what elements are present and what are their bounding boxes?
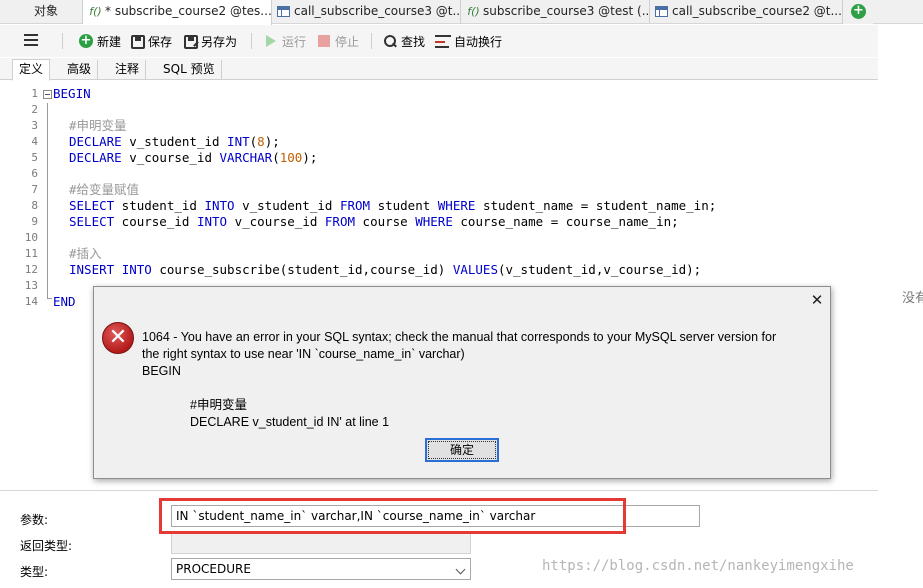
stop-button[interactable]: 停止 xyxy=(316,33,359,51)
error-icon: ✕ xyxy=(102,322,134,354)
stop-label: 停止 xyxy=(335,35,360,49)
tab-call-subscribe-course3[interactable]: call_subscribe_course3 @t... xyxy=(272,0,461,24)
close-icon[interactable]: ✕ xyxy=(807,290,827,310)
line-number: 2 xyxy=(31,103,38,116)
definition-subtabs: 定义 高级 注释 SQL 预览 xyxy=(0,58,878,81)
run-button[interactable]: 运行 xyxy=(263,33,306,51)
find-button[interactable]: 查找 xyxy=(382,33,425,51)
tab-objects[interactable]: 对象 xyxy=(0,0,83,24)
code-line-5: DECLARE v_course_id VARCHAR(100); xyxy=(69,150,318,165)
error-message-line: the right syntax to use near 'IN `course… xyxy=(142,347,465,361)
tab-label: subscribe_course3 @test (... xyxy=(483,4,650,18)
save-label: 保存 xyxy=(148,35,173,49)
new-tab-button[interactable]: + xyxy=(843,0,873,24)
line-number: 12 xyxy=(24,263,38,276)
toolbar-separator xyxy=(251,33,252,49)
line-number: 7 xyxy=(31,183,38,196)
stop-icon xyxy=(316,33,332,49)
save-as-icon xyxy=(184,35,198,49)
code-line-11: #插入 xyxy=(69,246,102,261)
tab-label: call_subscribe_course3 @t... xyxy=(294,4,461,18)
code-line-4: DECLARE v_student_id INT(8); xyxy=(69,134,280,149)
line-number: 13 xyxy=(24,279,38,292)
line-number: 10 xyxy=(24,231,38,244)
tab-definition[interactable]: 定义 xyxy=(12,59,51,81)
type-select-value: PROCEDURE xyxy=(176,562,251,576)
line-number: 1 xyxy=(31,87,38,100)
function-icon: f() xyxy=(89,5,102,18)
query-icon xyxy=(655,6,668,17)
return-type-label: 返回类型: xyxy=(20,539,73,553)
tab-call-subscribe-course2[interactable]: call_subscribe_course2 @t... xyxy=(650,0,843,24)
line-number: 8 xyxy=(31,199,38,212)
add-icon: + xyxy=(851,4,866,19)
error-message-line: BEGIN xyxy=(142,364,181,378)
watermark: https://blog.csdn.net/nankeyimengxihe xyxy=(542,558,854,574)
save-icon xyxy=(131,35,145,49)
error-message-line: #申明变量 xyxy=(190,398,247,412)
save-button[interactable]: 保存 xyxy=(131,33,172,51)
tab-label: 对象 xyxy=(34,4,59,18)
new-label: 新建 xyxy=(97,35,122,49)
fold-guide-end xyxy=(47,298,52,299)
word-wrap-label: 自动换行 xyxy=(454,35,503,49)
line-number: 11 xyxy=(24,247,38,260)
save-as-label: 另存为 xyxy=(201,35,238,49)
tab-subscribe-course3[interactable]: f() subscribe_course3 @test (... xyxy=(461,0,650,24)
word-wrap-icon xyxy=(435,35,451,49)
tab-sql-preview[interactable]: SQL 预览 xyxy=(157,60,222,80)
type-select[interactable]: PROCEDURE xyxy=(171,558,471,580)
line-number: 4 xyxy=(31,135,38,148)
save-as-button[interactable]: 另存为 xyxy=(184,33,237,51)
line-number-gutter: 1 2 3 4 5 6 7 8 9 10 11 12 13 14 xyxy=(0,81,40,486)
ok-button[interactable]: 确定 xyxy=(425,438,499,462)
error-dialog: ✕ ✕ 1064 - You have an error in your SQL… xyxy=(93,286,831,479)
code-line-8: SELECT student_id INTO v_student_id FROM… xyxy=(69,198,717,213)
run-icon xyxy=(263,33,279,49)
tab-subscribe-course2[interactable]: f() * subscribe_course2 @tes... xyxy=(83,0,272,25)
code-line-7: #给变量赋值 xyxy=(69,182,140,197)
error-message-line: DECLARE v_student_id IN' at line 1 xyxy=(190,415,390,429)
document-tab-bar: 对象 f() * subscribe_course2 @tes... call_s… xyxy=(0,0,923,25)
type-label: 类型: xyxy=(20,565,49,579)
side-panel-hint: 没有 xyxy=(902,291,923,306)
fold-toggle-icon[interactable] xyxy=(43,90,52,99)
find-label: 查找 xyxy=(401,35,426,49)
chevron-down-icon xyxy=(455,564,466,575)
line-number: 14 xyxy=(24,295,38,308)
run-label: 运行 xyxy=(282,35,307,49)
return-type-input[interactable] xyxy=(171,532,471,554)
new-icon xyxy=(78,33,94,49)
line-number: 5 xyxy=(31,151,38,164)
hamburger-menu-icon[interactable] xyxy=(24,34,38,46)
highlight-annotation-box xyxy=(159,498,626,534)
line-number: 3 xyxy=(31,119,38,132)
toolbar-separator xyxy=(62,33,63,49)
function-icon: f() xyxy=(467,5,480,18)
tab-label: call_subscribe_course2 @t... xyxy=(672,4,842,18)
code-line-1: BEGIN xyxy=(53,86,91,101)
code-line-14: END xyxy=(53,294,76,309)
code-line-9: SELECT course_id INTO v_course_id FROM c… xyxy=(69,214,679,229)
code-line-12: INSERT INTO course_subscribe(student_id,… xyxy=(69,262,702,277)
line-number: 9 xyxy=(31,215,38,228)
line-number: 6 xyxy=(31,167,38,180)
fold-guide xyxy=(47,103,48,299)
toolbar-separator xyxy=(371,33,372,49)
tab-advanced[interactable]: 高级 xyxy=(61,60,99,80)
error-message-line: 1064 - You have an error in your SQL syn… xyxy=(142,330,777,344)
new-button[interactable]: 新建 xyxy=(78,33,121,51)
word-wrap-button[interactable]: 自动换行 xyxy=(435,33,502,51)
query-icon xyxy=(277,6,290,17)
code-line-3: #申明变量 xyxy=(69,118,127,133)
search-icon xyxy=(382,33,398,49)
params-label: 参数: xyxy=(20,513,49,527)
tab-comment[interactable]: 注释 xyxy=(109,60,147,80)
tab-label: * subscribe_course2 @tes... xyxy=(105,4,272,18)
